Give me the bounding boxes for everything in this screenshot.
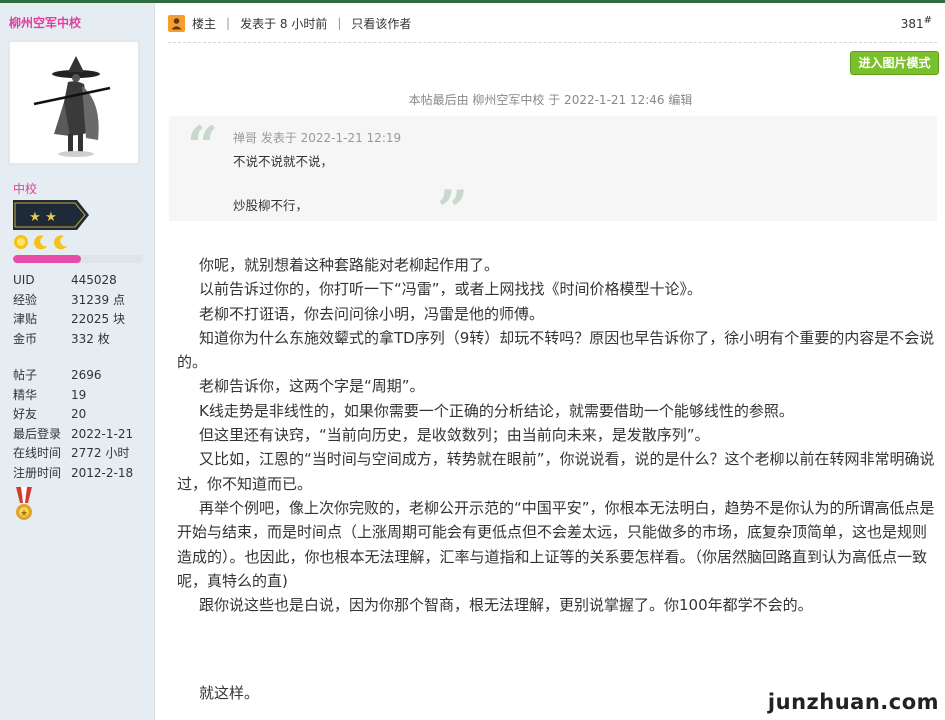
post-header: 楼主 | 发表于 8 小时前 | 只看该作者 xyxy=(168,13,411,33)
stat-value[interactable]: 20 xyxy=(71,407,86,421)
body-paragraph: 又比如，江恩的“当时间与空间成方，转势就在眼前”，你说说看，说的是什么？这个老柳… xyxy=(177,450,935,493)
level-progress-fill xyxy=(13,255,81,263)
stat-key: 经验 xyxy=(13,292,38,307)
stat-value: 22025 块 xyxy=(71,312,125,326)
avatar-image xyxy=(10,42,138,163)
stat-experience: 经验 31239 点 xyxy=(13,291,133,311)
author-name-link[interactable]: 柳州空军中校 xyxy=(9,14,81,31)
stat-key: 精华 xyxy=(13,387,38,402)
author-stats: UID 445028 经验 31239 点 津贴 22025 块 金币 332 枚 帖子… xyxy=(13,271,133,483)
stat-value[interactable]: 445028 xyxy=(71,273,117,287)
avatar[interactable] xyxy=(9,41,139,164)
floor-number-sup: # xyxy=(923,15,932,26)
image-mode-button[interactable]: 进入图片模式 xyxy=(850,51,939,75)
body-paragraph: 你呢，就别想着这种套路能对老柳起作用了。 xyxy=(199,256,500,274)
quote-author[interactable]: 禅哥 发表于 2022-1-21 12:19 xyxy=(233,129,401,146)
stat-value: 332 枚 xyxy=(71,331,110,346)
svg-text:★: ★ xyxy=(20,509,28,519)
quote-block: “ 禅哥 发表于 2022-1-21 12:19 不说不说就不说， 炒股柳不行，… xyxy=(169,114,937,240)
open-quote-icon: “ xyxy=(187,114,219,178)
user-icon xyxy=(168,14,185,32)
body-paragraph: 再举个例吧，像上次你完败的，老柳公开示范的“中国平安”，你根本无法明白，趋势不是… xyxy=(177,498,935,590)
stat-digest: 精华 19 xyxy=(13,386,133,406)
stat-key: 最后登录 xyxy=(13,426,62,441)
stat-allowance: 津贴 22025 块 xyxy=(13,310,133,330)
stat-key: UID xyxy=(13,273,35,287)
stat-key: 在线时间 xyxy=(13,446,62,460)
stat-key: 注册时间 xyxy=(13,465,62,480)
stat-value: 2022-1-21 xyxy=(71,426,134,441)
quote-line: 炒股柳不行， xyxy=(233,198,309,213)
body-paragraph: 跟你说这些也是白说，因为你那个智商，根无法理解，更别说掌握了。你100年都学不会… xyxy=(199,596,813,615)
stat-value: 31239 点 xyxy=(71,292,125,307)
stat-last-login: 最后登录 2022-1-21 xyxy=(13,425,133,445)
stat-key: 津贴 xyxy=(13,312,38,326)
medal-icon[interactable]: ★ xyxy=(13,487,35,523)
header-divider xyxy=(168,42,937,43)
moon-icon xyxy=(54,235,68,250)
stat-register-time: 注册时间 2012-2-18 xyxy=(13,464,133,484)
body-paragraph: 以前告诉过你的，你打听一下“冯雷”，或者上网找找《时间价格模型十论》。 xyxy=(199,280,703,299)
post-time: 发表于 8 小时前 xyxy=(240,16,328,31)
divider: | xyxy=(226,16,231,30)
stat-value: 2772 小时 xyxy=(71,446,130,460)
stat-key: 好友 xyxy=(13,407,38,421)
close-quote-icon: ” xyxy=(437,178,469,242)
owner-label: 楼主 xyxy=(192,16,217,31)
only-author-link[interactable]: 只看该作者 xyxy=(351,15,411,32)
stat-value: 2012-2-18 xyxy=(71,465,134,480)
level-icons xyxy=(13,234,69,254)
post-body: 你呢，就别想着这种套路能对老柳起作用了。 以前告诉过你的，你打听一下“冯雷”，或… xyxy=(177,253,937,706)
site-watermark: junzhuan.com xyxy=(767,690,939,714)
body-paragraph: 老柳告诉你，这两个字是“周期”。 xyxy=(199,377,425,396)
quote-line: 不说不说就不说， xyxy=(233,154,334,169)
svg-text:★: ★ xyxy=(45,210,57,225)
stat-friends: 好友 20 xyxy=(13,405,133,425)
post-main: 楼主 | 发表于 8 小时前 | 只看该作者 381# 进入图片模式 本帖最后由… xyxy=(156,3,945,720)
stat-key: 金币 xyxy=(13,331,38,346)
body-paragraph: 老柳不打诳语，你去问问徐小明，冯雷是他的师傅。 xyxy=(199,304,545,323)
stat-gold: 金币 332 枚 xyxy=(13,330,133,350)
level-progress-bar xyxy=(13,255,143,263)
rank-title: 中校 xyxy=(13,182,38,196)
body-paragraph: 知道你为什么东施效颦式的拿TD序列（9转）却玩不转吗？原因也早告诉你了，徐小明有… xyxy=(177,328,935,372)
divider: | xyxy=(337,16,342,30)
stat-key: 帖子 xyxy=(13,368,38,382)
stat-posts: 帖子 2696 xyxy=(13,366,133,386)
rank-badge-icon: ★ ★ xyxy=(13,200,89,230)
sun-icon xyxy=(14,235,28,249)
floor-number[interactable]: 381# xyxy=(901,15,932,31)
moon-icon xyxy=(34,235,48,250)
stat-value[interactable]: 19 xyxy=(71,388,86,402)
floor-number-value: 381 xyxy=(900,17,924,31)
stat-uid: UID 445028 xyxy=(13,271,133,291)
body-paragraph: K线走势是非线性的，如果你需要一个正确的分析结论，就需要借助一个能够线性的参照。 xyxy=(199,401,794,420)
svg-text:★: ★ xyxy=(29,210,41,225)
author-sidebar: 柳州空军中校 中校 ★ ★ UID 445028 经验 31239 点 津贴 2… xyxy=(0,3,155,720)
body-paragraph: 但这里还有诀窍，“当前向历史，是收敛数列；由当前向未来，是发散序列”。 xyxy=(199,426,710,445)
stat-value[interactable]: 2696 xyxy=(71,368,102,382)
stat-online-time: 在线时间 2772 小时 xyxy=(13,444,133,464)
edit-note: 本帖最后由 柳州空军中校 于 2022-1-21 12:46 编辑 xyxy=(408,93,693,107)
